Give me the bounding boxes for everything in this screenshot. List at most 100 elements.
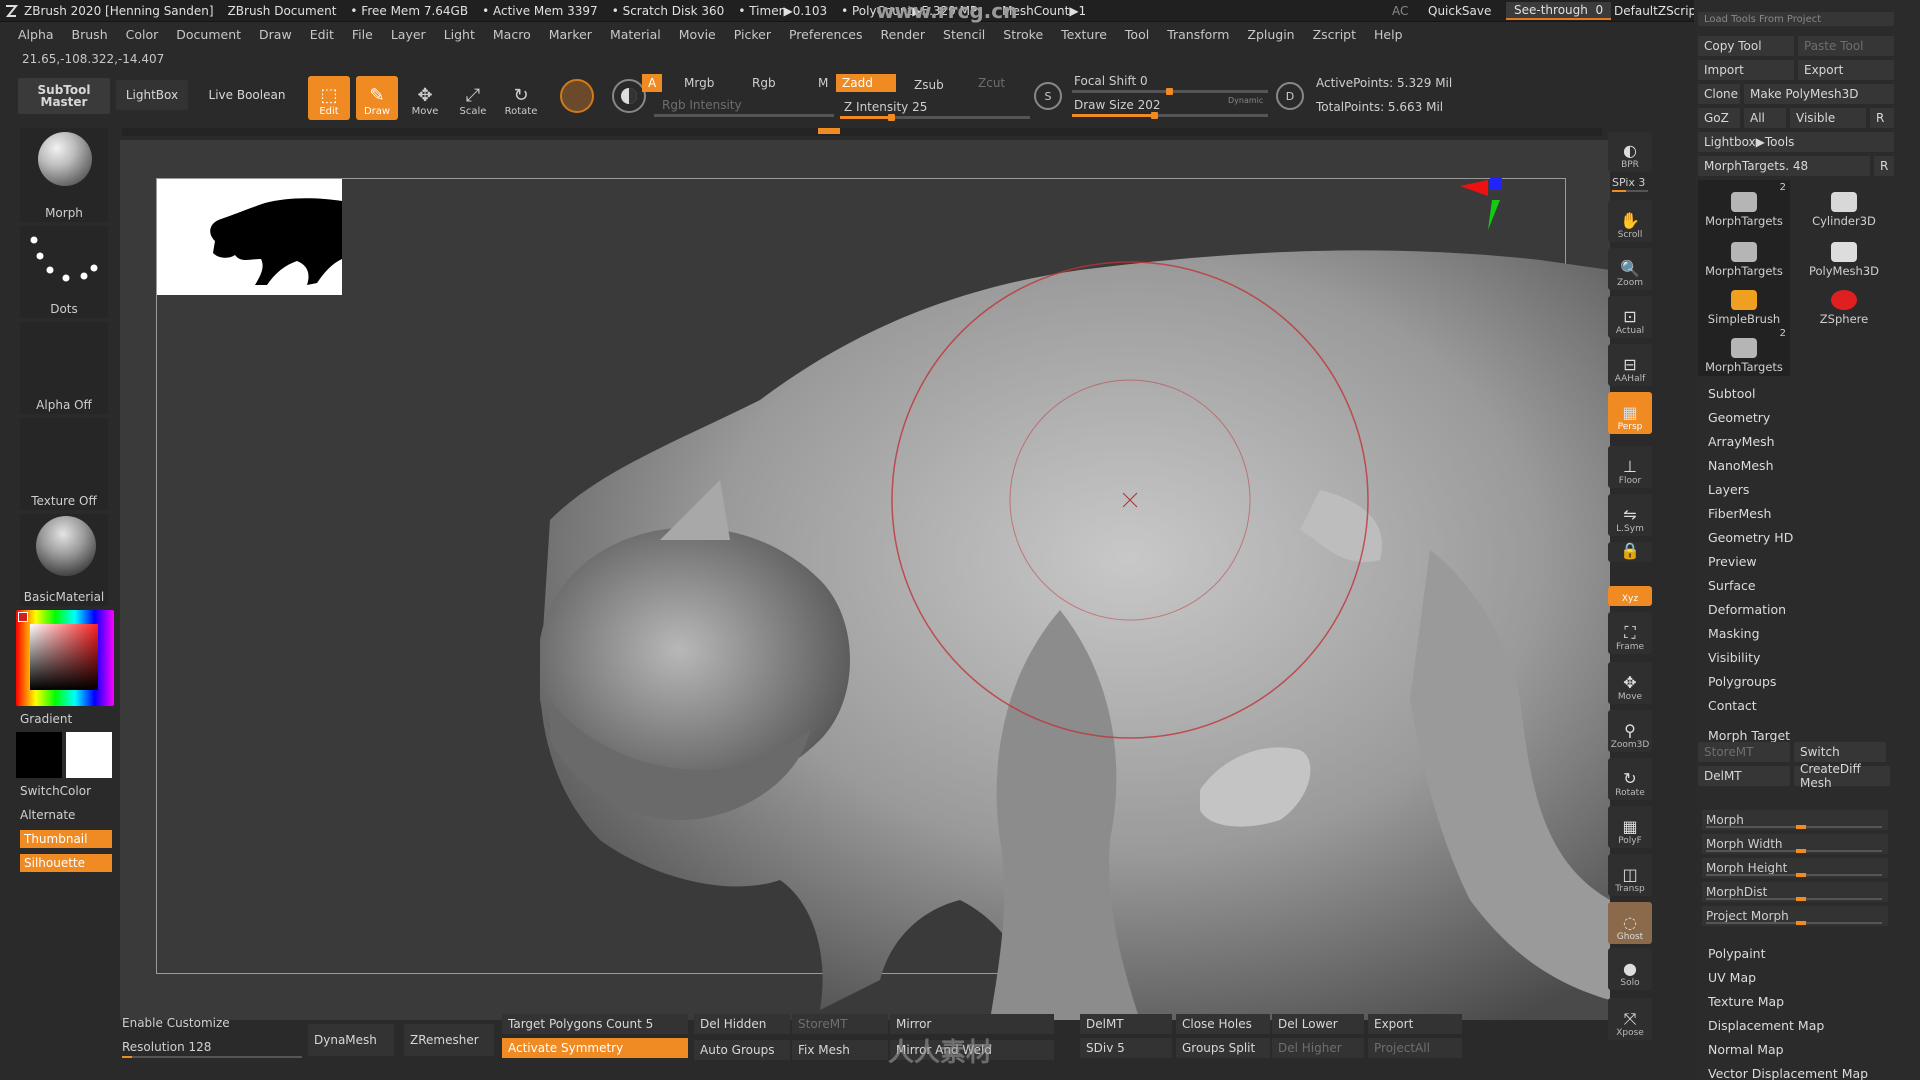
transp-view-button[interactable]: ◫ Transp xyxy=(1608,854,1652,896)
bottom-delmt-button[interactable]: DelMT xyxy=(1080,1014,1172,1034)
copy-tool-button[interactable]: Copy Tool xyxy=(1698,36,1794,56)
slider-track[interactable] xyxy=(1706,873,1882,877)
slider-knob[interactable] xyxy=(1796,897,1806,901)
slider-morphdist[interactable]: MorphDist xyxy=(1702,882,1888,902)
tool-menu-texture-map[interactable]: Texture Map xyxy=(1708,994,1784,1009)
menu-macro[interactable]: Macro xyxy=(493,27,531,42)
polyf-view-button[interactable]: ▦ PolyF xyxy=(1608,806,1652,848)
tool-menu-nanomesh[interactable]: NanoMesh xyxy=(1708,458,1774,473)
menu-layer[interactable]: Layer xyxy=(391,27,426,42)
make-polymesh3d-button[interactable]: Make PolyMesh3D xyxy=(1744,84,1894,104)
projectall-button[interactable]: ProjectAll xyxy=(1368,1038,1462,1058)
rotate-view-button[interactable]: ↻ Rotate xyxy=(1608,758,1652,800)
tool-menu-polygroups[interactable]: Polygroups xyxy=(1708,674,1776,689)
focal-shift-slider[interactable]: Focal Shift 0 xyxy=(1068,72,1154,90)
mirror-button[interactable]: Mirror xyxy=(890,1014,1054,1034)
tool-menu-contact[interactable]: Contact xyxy=(1708,698,1757,713)
slider-morph-width[interactable]: Morph Width xyxy=(1702,834,1888,854)
quicksave-button[interactable]: QuickSave xyxy=(1428,0,1491,22)
sculpt-model[interactable] xyxy=(120,140,1610,1020)
enable-customize-button[interactable]: Enable Customize xyxy=(122,1016,230,1030)
tool-menu-polypaint[interactable]: Polypaint xyxy=(1708,946,1766,961)
tool-thumb-cylinder3d[interactable]: Cylinder3D xyxy=(1798,180,1890,230)
menu-color[interactable]: Color xyxy=(126,27,159,42)
menu-brush[interactable]: Brush xyxy=(72,27,108,42)
creatediff-mesh-button[interactable]: CreateDiff Mesh xyxy=(1794,762,1890,790)
move-view-button[interactable]: ✥ Move xyxy=(1608,662,1652,704)
live-boolean-button[interactable]: Live Boolean xyxy=(206,80,288,110)
rgb-intensity-track[interactable] xyxy=(654,114,834,117)
scroll-view-button[interactable]: ✋ Scroll xyxy=(1608,200,1652,242)
lsym-view-button[interactable]: ⇋ L.Sym xyxy=(1608,494,1652,536)
close-holes-button[interactable]: Close Holes xyxy=(1176,1014,1270,1034)
groups-split-button[interactable]: Groups Split xyxy=(1176,1038,1270,1058)
tool-menu-preview[interactable]: Preview xyxy=(1708,554,1757,569)
tool-thumb-polymesh3d[interactable]: PolyMesh3D xyxy=(1798,230,1890,280)
del-hidden-button[interactable]: Del Hidden xyxy=(694,1014,790,1034)
tool-thumb-morphtargets[interactable]: MorphTargets 2 xyxy=(1698,326,1790,376)
gradient-label[interactable]: Gradient xyxy=(20,712,72,726)
alternate-button[interactable]: Alternate xyxy=(20,808,75,822)
slider-knob[interactable] xyxy=(1796,921,1806,925)
color-sv-square[interactable] xyxy=(30,624,98,690)
lightbox-tools-button[interactable]: Lightbox▶Tools xyxy=(1698,132,1894,152)
menu-light[interactable]: Light xyxy=(444,27,475,42)
import-button[interactable]: Import xyxy=(1698,60,1794,80)
persp-view-button[interactable]: ▦ Persp xyxy=(1608,392,1652,434)
goz-all-button[interactable]: All xyxy=(1744,108,1786,128)
tool-thumb-zsphere[interactable]: ZSphere xyxy=(1798,278,1890,328)
scale-tool-button[interactable]: ⤢ Scale xyxy=(452,76,494,120)
morph-target-section[interactable]: Morph Target xyxy=(1708,728,1790,743)
tool-thumb-morphtargets[interactable]: MorphTargets xyxy=(1698,230,1790,280)
menu-preferences[interactable]: Preferences xyxy=(789,27,863,42)
menu-transform[interactable]: Transform xyxy=(1167,27,1229,42)
xyz-view-button[interactable]: Xyz xyxy=(1608,586,1652,606)
tool-menu-arraymesh[interactable]: ArrayMesh xyxy=(1708,434,1775,449)
secondary-color-swatch[interactable] xyxy=(66,732,112,778)
slider-knob[interactable] xyxy=(1796,873,1806,877)
rgb-toggle[interactable]: Rgb xyxy=(746,74,782,92)
dynamesh-button[interactable]: DynaMesh xyxy=(308,1024,394,1056)
tool-thumb-simplebrush[interactable]: SimpleBrush xyxy=(1698,278,1790,328)
menu-document[interactable]: Document xyxy=(176,27,241,42)
goz-visible-button[interactable]: Visible xyxy=(1790,108,1866,128)
tool-menu-uv-map[interactable]: UV Map xyxy=(1708,970,1756,985)
morph-targets-slider[interactable]: MorphTargets. 48 xyxy=(1698,156,1870,176)
switchcolor-button[interactable]: SwitchColor xyxy=(20,784,91,798)
tool-menu-normal-map[interactable]: Normal Map xyxy=(1708,1042,1784,1057)
m-toggle[interactable]: M xyxy=(812,74,834,92)
goz-r-button[interactable]: R xyxy=(1870,108,1894,128)
floor-view-button[interactable]: ⊥ Floor xyxy=(1608,446,1652,488)
morph-targets-r-button[interactable]: R xyxy=(1874,156,1894,176)
z-intensity-track[interactable] xyxy=(840,114,1030,121)
draw-tool-button[interactable]: ✎ Draw xyxy=(356,76,398,120)
tool-menu-vector-displacement-map[interactable]: Vector Displacement Map xyxy=(1708,1066,1868,1080)
menu-render[interactable]: Render xyxy=(881,27,926,42)
xpose-view-button[interactable]: ⤧ Xpose xyxy=(1608,998,1652,1040)
menu-zscript[interactable]: Zscript xyxy=(1313,27,1356,42)
stroke-slot[interactable]: Dots xyxy=(20,226,108,318)
zadd-toggle[interactable]: Zadd xyxy=(836,74,896,92)
rotate-tool-button[interactable]: ↻ Rotate xyxy=(500,76,542,120)
mrgb-toggle[interactable]: Mrgb xyxy=(678,74,720,92)
slider-track[interactable] xyxy=(1706,921,1882,925)
menu-picker[interactable]: Picker xyxy=(734,27,771,42)
resolution-track[interactable] xyxy=(122,1056,302,1058)
gizmo-toggle-button[interactable] xyxy=(612,79,646,113)
sculptris-pro-button[interactable] xyxy=(560,79,594,113)
z-intensity-slider[interactable]: Z Intensity 25 xyxy=(838,98,933,116)
del-higher-button[interactable]: Del Higher xyxy=(1272,1038,1364,1058)
tool-thumb-morphtargets[interactable]: MorphTargets 2 xyxy=(1698,180,1790,230)
bpr-button[interactable]: ◐ BPR xyxy=(1608,132,1652,172)
dynamic-label[interactable]: Dynamic xyxy=(1222,94,1269,107)
tool-menu-layers[interactable]: Layers xyxy=(1708,482,1749,497)
goz-button[interactable]: GoZ xyxy=(1698,108,1740,128)
zremesher-button[interactable]: ZRemesher xyxy=(404,1024,494,1056)
subtool-master-button[interactable]: SubTool Master xyxy=(18,78,110,114)
slider-project-morph[interactable]: Project Morph xyxy=(1702,906,1888,926)
spix-track[interactable] xyxy=(1612,190,1648,192)
spix-slider[interactable]: SPix 3 xyxy=(1612,176,1645,189)
menu-marker[interactable]: Marker xyxy=(549,27,592,42)
slider-track[interactable] xyxy=(1706,897,1882,901)
menu-tool[interactable]: Tool xyxy=(1125,27,1149,42)
